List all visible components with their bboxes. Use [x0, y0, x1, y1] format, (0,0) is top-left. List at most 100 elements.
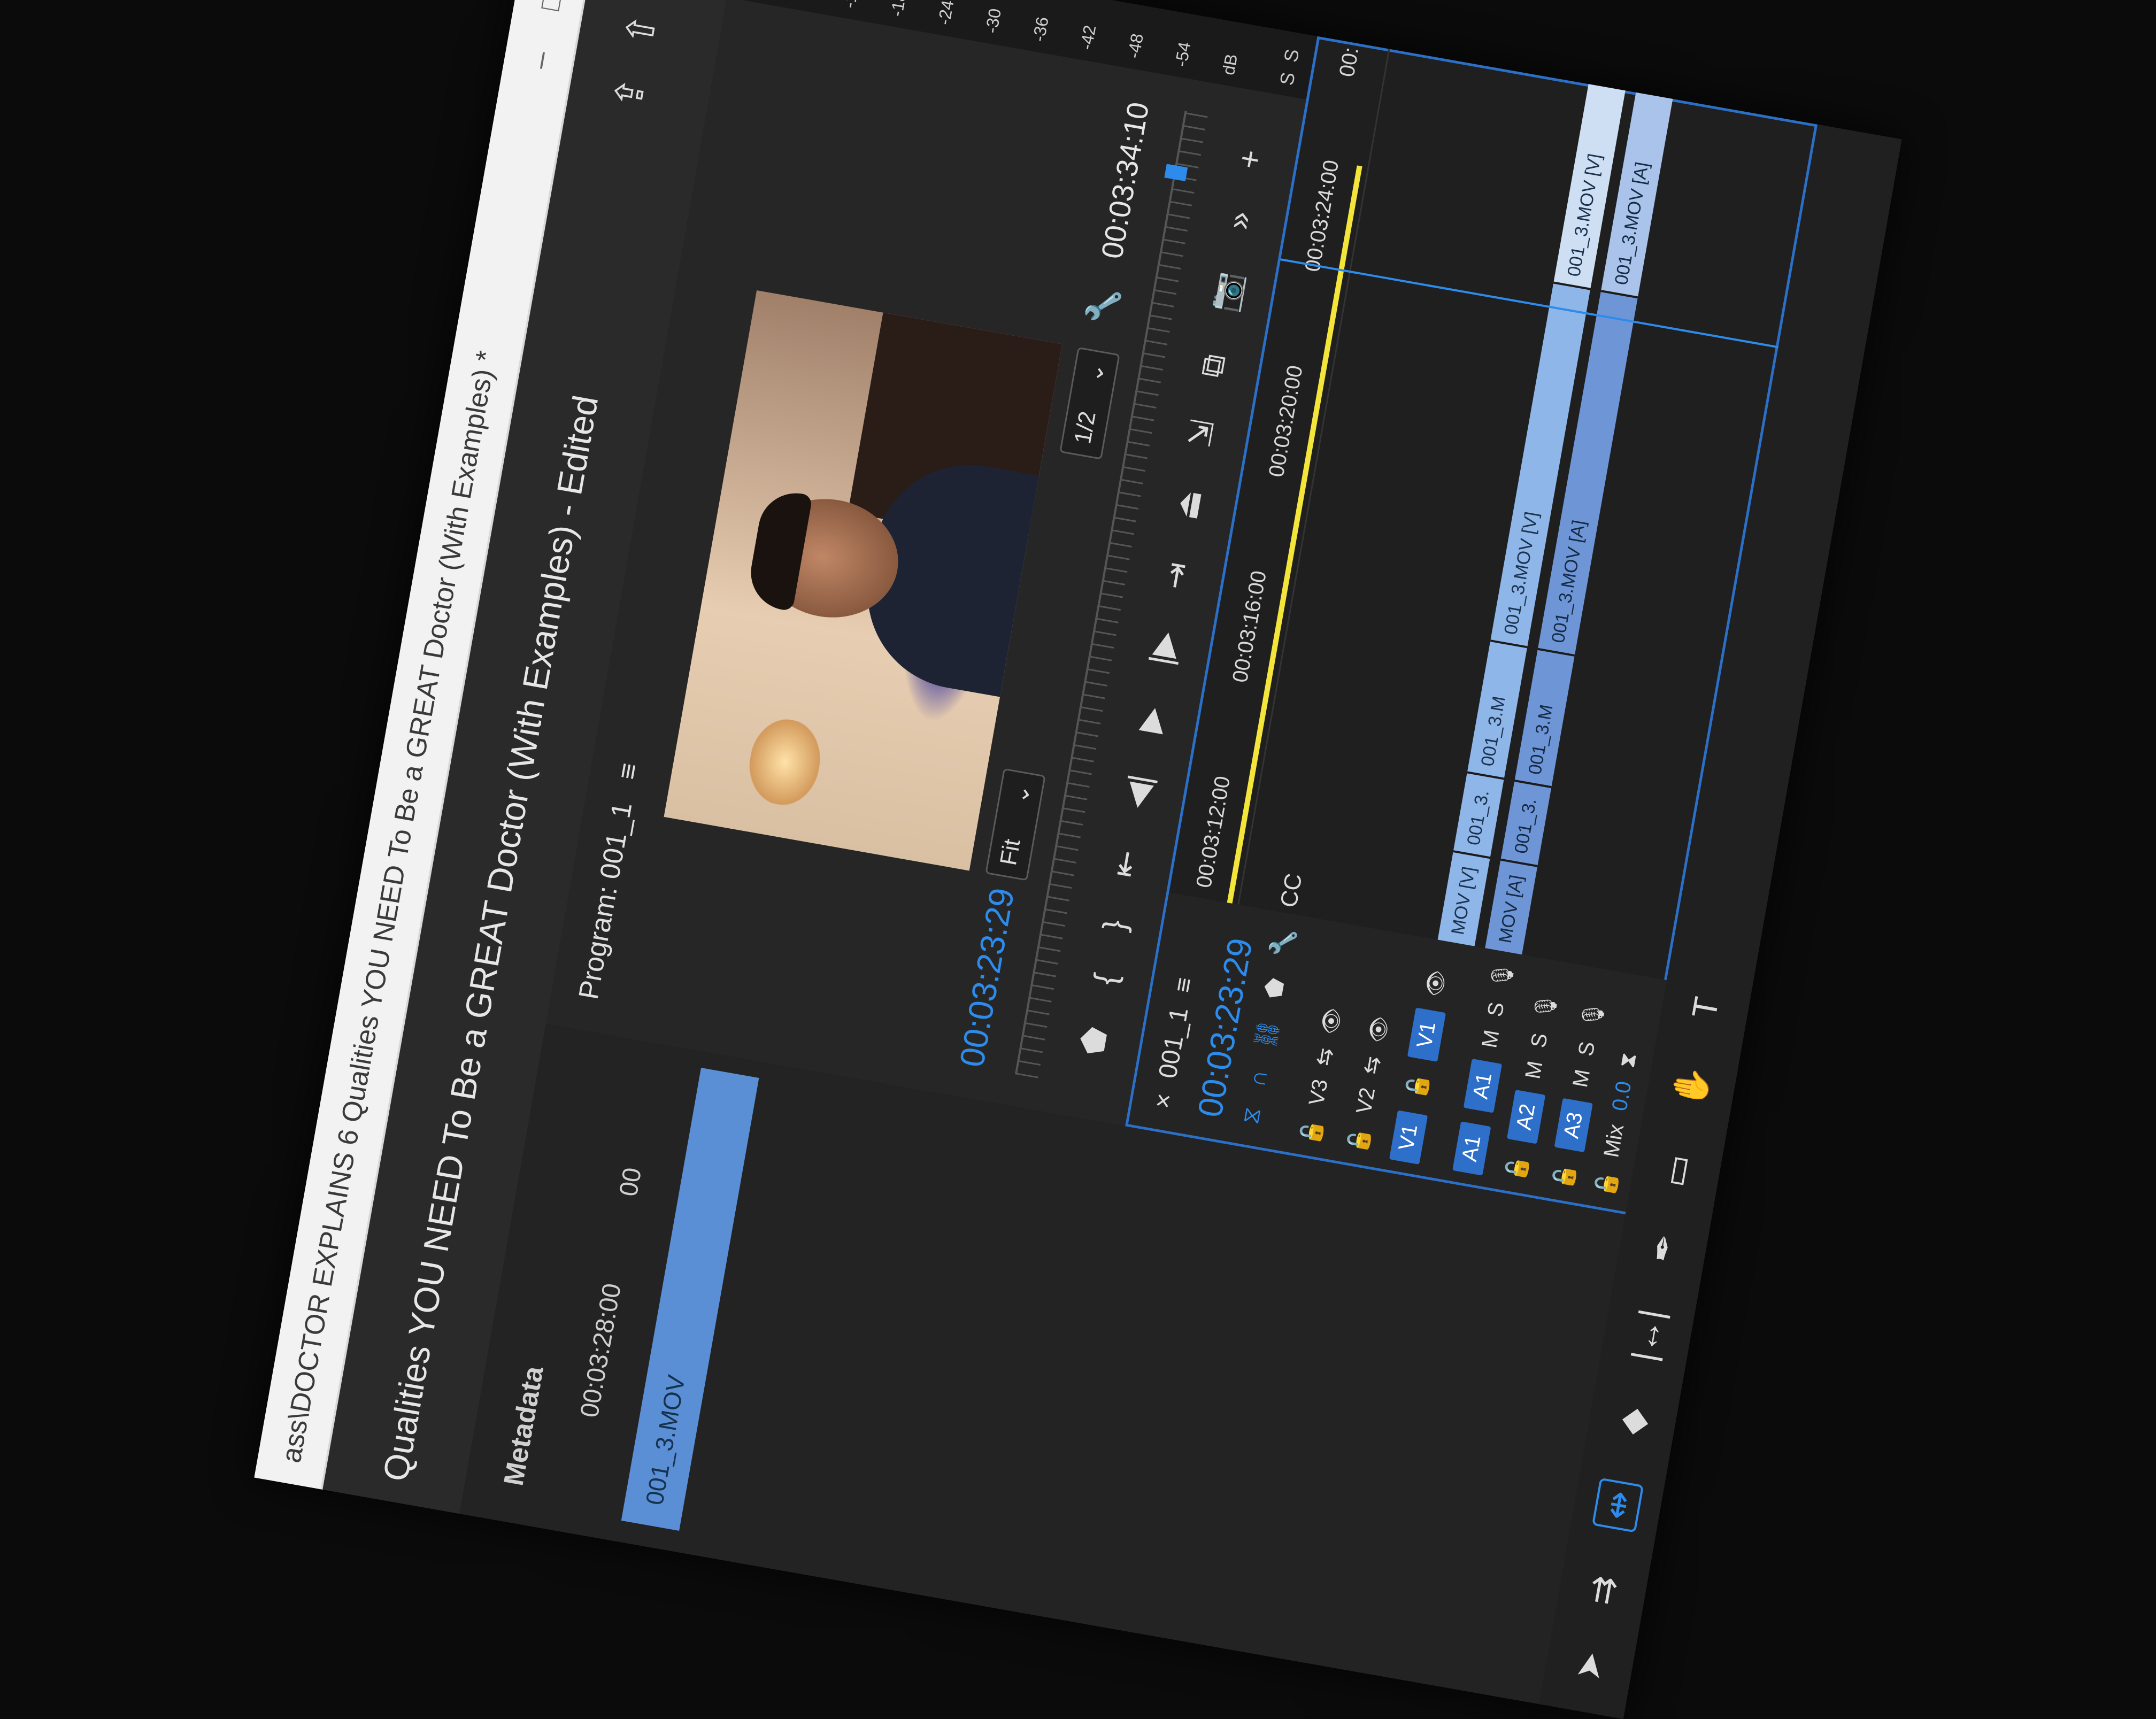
sync-lock-icon[interactable]: ⇆	[1358, 1054, 1385, 1076]
button-editor-icon[interactable]: »	[1219, 209, 1259, 233]
db-tick: -36	[1029, 15, 1052, 43]
quick-export-icon[interactable]: ⇪	[605, 73, 654, 113]
mute-button[interactable]: M	[1568, 1067, 1595, 1089]
track-label: V3	[1304, 1077, 1333, 1107]
source-v1-tag[interactable]: V1	[1389, 1110, 1428, 1165]
add-marker-icon[interactable]: ⬟	[1259, 976, 1290, 1001]
add-icon[interactable]: +	[1230, 147, 1269, 172]
eye-icon[interactable]: 👁	[1421, 968, 1450, 999]
program-playhead[interactable]	[1164, 164, 1188, 182]
eye-icon[interactable]: 👁	[1316, 1005, 1346, 1037]
mute-button[interactable]: M	[1477, 1028, 1504, 1050]
mark-out-icon[interactable]: }	[1095, 917, 1133, 934]
db-tick: -6	[792, 0, 814, 2]
lift-icon[interactable]: ⏏	[1167, 487, 1210, 523]
tab-metadata[interactable]: Metadata	[498, 1364, 550, 1488]
metadata-clip[interactable]: 001_3.MOV	[621, 1067, 759, 1531]
pen-icon[interactable]: ✒	[1641, 1230, 1685, 1266]
extract-icon[interactable]: ⇲	[1180, 417, 1222, 450]
ruler-tick: 00:03:24:00	[1300, 158, 1344, 274]
track-label: V2	[1351, 1085, 1380, 1116]
ruler-tick: 00:03:12:00	[1192, 774, 1235, 890]
microphone-icon[interactable]: 🎙	[1578, 999, 1607, 1030]
ruler-tick: 00:03:16:00	[1228, 569, 1271, 684]
metadata-timecode: 00:03:28:00	[575, 1281, 627, 1420]
track-target-a1[interactable]: A1	[1463, 1059, 1502, 1113]
nest-icon[interactable]: ⧖	[1237, 1105, 1268, 1126]
solo-button[interactable]: S	[1483, 1000, 1509, 1019]
razor-icon[interactable]: ◆	[1611, 1405, 1654, 1437]
timeline-clip-audio[interactable]: 001_3.	[1500, 780, 1552, 865]
track-target-v1[interactable]: V1	[1407, 1007, 1446, 1062]
sequence-tab[interactable]: × 001_1 ≡	[1148, 975, 1199, 1111]
lock-icon[interactable]: 🔓	[1297, 1116, 1326, 1147]
sequence-menu-icon[interactable]: ≡	[1169, 975, 1199, 995]
solo-button[interactable]: S	[1526, 1031, 1552, 1050]
hand-icon[interactable]: ✋	[1668, 1062, 1715, 1111]
settings-wrench-icon[interactable]: 🔧	[1267, 926, 1299, 960]
track-target-a2[interactable]: A2	[1506, 1090, 1545, 1144]
resolution-select[interactable]: 1/2 ⌄	[1059, 346, 1120, 460]
timeline-clip-audio[interactable]: MOV [A]	[1485, 858, 1538, 955]
step-back-icon[interactable]: ◀|	[1116, 772, 1159, 811]
track-target-a3[interactable]: A3	[1554, 1098, 1593, 1153]
microphone-icon[interactable]: 🎙	[1530, 991, 1560, 1022]
share-icon[interactable]: ⇧	[616, 10, 666, 50]
lock-icon[interactable]: 🔓	[1403, 1071, 1432, 1101]
lamp-light	[743, 714, 827, 811]
lock-icon[interactable]: 🔓	[1502, 1153, 1531, 1184]
program-menu-icon[interactable]: ≡	[612, 760, 645, 782]
db-tick: -42	[1076, 24, 1100, 52]
mix-value[interactable]: 0.0	[1607, 1080, 1636, 1113]
snap-icon[interactable]: ∩	[1244, 1068, 1274, 1089]
ripple-edit-icon[interactable]: ⇹	[1591, 1477, 1644, 1533]
program-current-timecode[interactable]: 00:03:23:29	[952, 885, 1022, 1070]
track-select-icon[interactable]: ⇉	[1580, 1572, 1624, 1608]
db-tick: dB	[1218, 52, 1242, 76]
timeline-clip-video[interactable]: 001_3.	[1453, 771, 1505, 857]
mix-label: Mix	[1599, 1122, 1628, 1159]
add-marker-icon[interactable]: ⬟	[1073, 1024, 1115, 1058]
solo-left-button[interactable]: S	[1275, 71, 1300, 87]
timeline-clip-video[interactable]: MOV [V]	[1437, 850, 1491, 946]
mute-button[interactable]: M	[1521, 1059, 1547, 1081]
solo-right-button[interactable]: S	[1280, 47, 1304, 64]
source-a1-tag[interactable]: A1	[1452, 1121, 1491, 1176]
maximize-icon[interactable]: □	[531, 0, 568, 13]
lock-icon[interactable]: 🔓	[1550, 1161, 1579, 1192]
go-to-end-icon[interactable]: ⧗	[1615, 1051, 1641, 1069]
ruler-tick: 00:03:20:00	[1264, 363, 1307, 479]
go-to-in-icon[interactable]: ⇤	[1105, 847, 1146, 881]
wrench-icon[interactable]: 🔧	[1083, 284, 1122, 327]
selection-icon[interactable]: ➤	[1567, 1648, 1611, 1684]
header-icons: ⇪ ⇧ ⤢	[605, 0, 677, 113]
rectangle-icon[interactable]: ▭	[1654, 1151, 1699, 1190]
lock-icon[interactable]: 🔓	[1592, 1169, 1621, 1199]
linked-selection-icon[interactable]: ⛓	[1251, 1017, 1283, 1052]
go-to-out-icon[interactable]: ⇥	[1156, 559, 1197, 592]
db-tick: -18	[887, 0, 910, 18]
close-sequence-icon[interactable]: ×	[1148, 1091, 1179, 1111]
db-tick: -54	[1171, 40, 1195, 68]
export-frame-icon[interactable]: 📷	[1204, 269, 1249, 315]
microphone-icon[interactable]: 🎙	[1487, 960, 1516, 991]
comparison-view-icon[interactable]: ⧉	[1192, 351, 1233, 380]
minimize-icon[interactable]: –	[521, 49, 558, 71]
program-end-label: 00:03:34:10	[1095, 99, 1156, 261]
fit-select[interactable]: Fit ⌄	[985, 768, 1046, 881]
step-forward-icon[interactable]: |▶	[1142, 629, 1185, 668]
sync-lock-icon[interactable]: ⇆	[1311, 1046, 1338, 1068]
chevron-down-icon: ⌄	[1006, 782, 1036, 806]
ruler-tick: 00:	[1335, 45, 1364, 79]
lock-icon[interactable]: 🔓	[1344, 1125, 1374, 1155]
slip-icon[interactable]: |↔|	[1623, 1306, 1672, 1365]
timeline-clip-audio[interactable]: 001_3.M	[1514, 647, 1575, 787]
eye-icon[interactable]: 👁	[1364, 1014, 1393, 1045]
type-icon[interactable]: T	[1684, 994, 1727, 1021]
meter-solo: S S	[1275, 47, 1304, 87]
solo-button[interactable]: S	[1574, 1040, 1600, 1058]
fit-label: Fit	[995, 837, 1026, 868]
program-title-label: Program: 001_1	[573, 800, 638, 1002]
play-icon[interactable]: ▶	[1130, 704, 1171, 735]
mark-in-icon[interactable]: {	[1086, 970, 1124, 988]
